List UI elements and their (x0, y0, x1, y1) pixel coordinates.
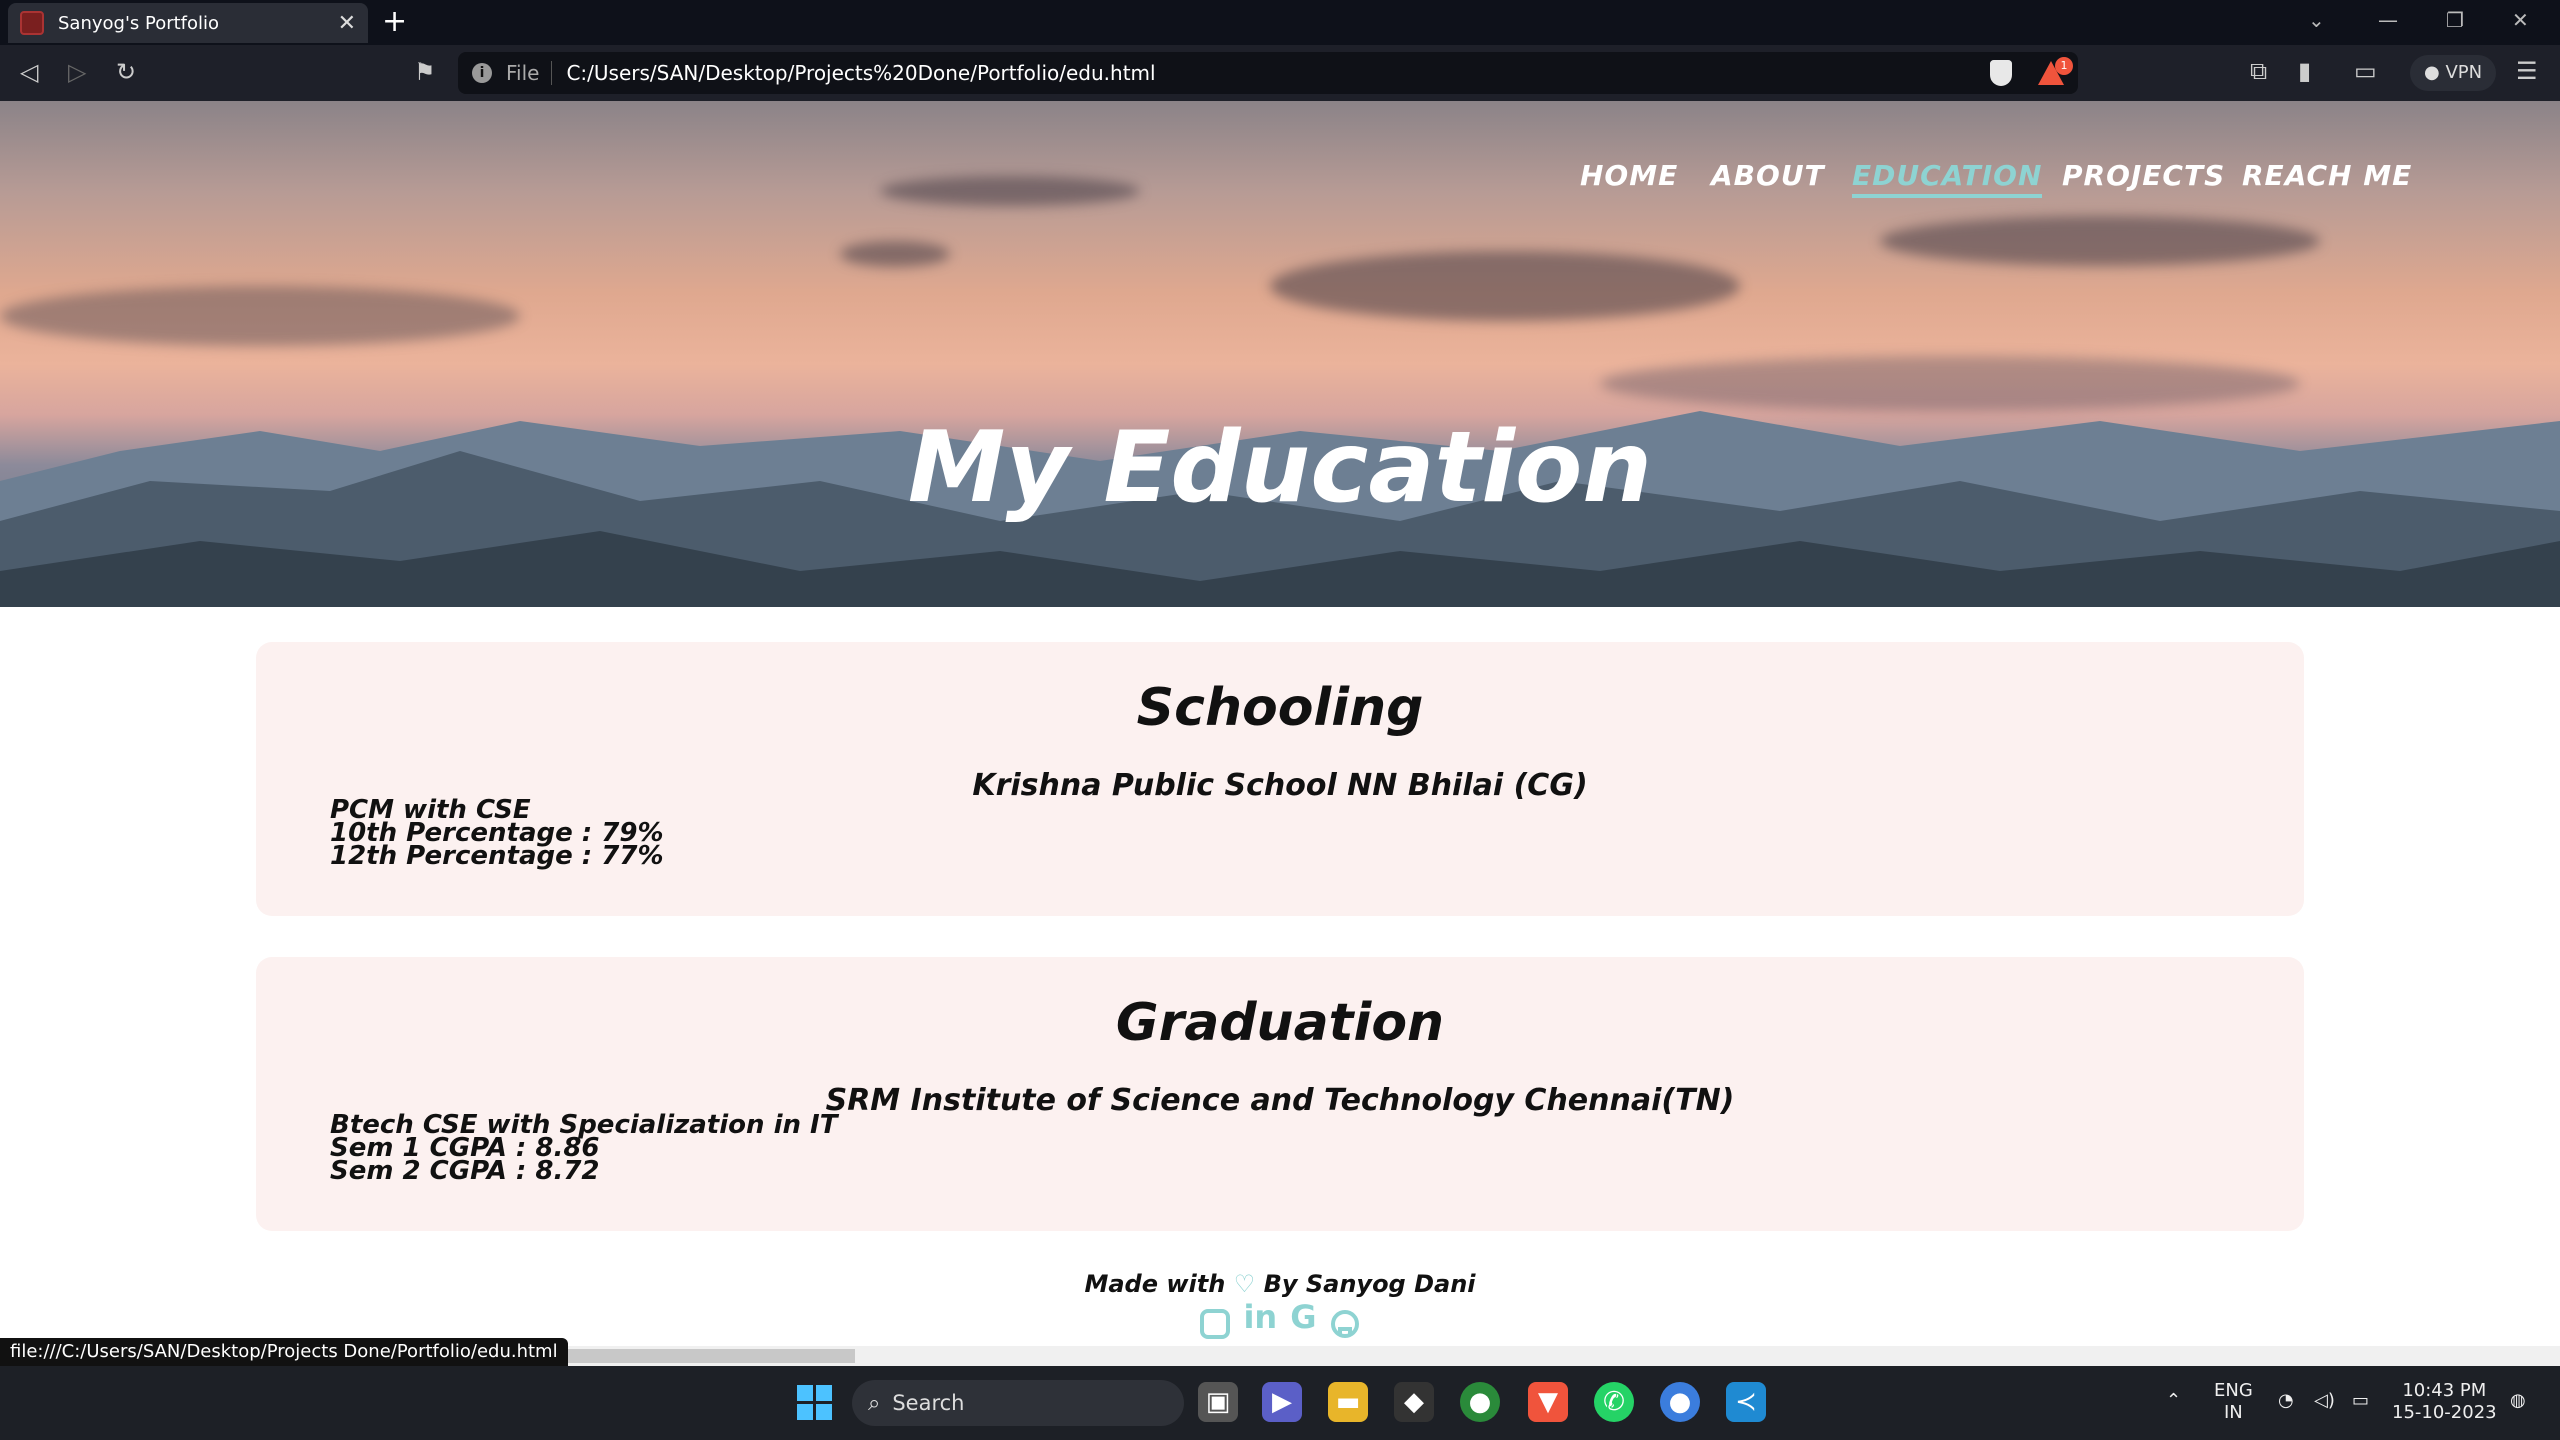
back-icon[interactable]: ◁ (20, 57, 38, 87)
rewards-badge: 1 (2055, 57, 2073, 75)
whatsapp-icon[interactable]: ✆ (1594, 1382, 1634, 1422)
url-text[interactable]: C:/Users/SAN/Desktop/Projects%20Done/Por… (566, 61, 1978, 85)
made-with-text: Made with (1084, 1270, 1226, 1298)
battery-icon[interactable]: ▭ (2352, 1390, 2369, 1412)
site-info-icon[interactable]: i (472, 63, 492, 83)
tab-list-chevron-icon[interactable]: ⌄ (2308, 8, 2325, 32)
brave-rewards-icon[interactable]: 1 (2038, 57, 2073, 85)
detail-line: Sem 2 CGPA : 8.72 (330, 1156, 600, 1186)
sidebar-icon[interactable]: ▮ (2298, 57, 2311, 85)
search-icon: ⌕ (868, 1390, 881, 1416)
teams-icon[interactable]: ▶ (1262, 1382, 1302, 1422)
notification-bell-icon[interactable]: ◍ (2510, 1390, 2526, 1412)
github-icon[interactable] (1330, 1309, 1360, 1339)
search-placeholder: Search (892, 1391, 965, 1415)
card-details: PCM with CSE 10th Percentage : 79% 12th … (330, 797, 664, 871)
address-bar[interactable]: i File C:/Users/SAN/Desktop/Projects%20D… (458, 52, 2078, 94)
new-tab-button[interactable]: + (382, 4, 407, 40)
vpn-label: VPN (2445, 62, 2483, 83)
detail-line: 12th Percentage : 77% (330, 841, 664, 871)
vpn-button[interactable]: ● VPN (2410, 55, 2497, 91)
close-window-icon[interactable]: ✕ (2512, 8, 2529, 32)
nav-reach-me[interactable]: REACH ME (2242, 159, 2412, 192)
social-links: in G (0, 1298, 2560, 1339)
restore-icon[interactable]: ❐ (2446, 8, 2464, 32)
chrome-profile-icon[interactable]: ● (1660, 1382, 1700, 1422)
unity-icon[interactable]: ◆ (1394, 1382, 1434, 1422)
tray-chevron-icon[interactable]: ⌃ (2166, 1390, 2181, 1412)
institution-name: Krishna Public School NN Bhilai (CG) (972, 768, 1588, 803)
browser-toolbar: ◁ ▷ ↻ ⚑ i File C:/Users/SAN/Desktop/Proj… (0, 45, 2560, 101)
brave-icon[interactable]: ▼ (1528, 1382, 1568, 1422)
footer-credit: Made with ♡ By Sanyog Dani (0, 1270, 2560, 1298)
browser-tab[interactable]: Sanyog's Portfolio ✕ (8, 3, 368, 43)
status-url: file:///C:/Users/SAN/Desktop/Projects Do… (0, 1338, 568, 1366)
extensions-icon[interactable]: ⧉ (2250, 57, 2267, 85)
brave-shield-icon[interactable] (1990, 60, 2012, 86)
lang-top: ENG (2214, 1380, 2253, 1401)
bookmark-icon[interactable]: ⚑ (414, 57, 436, 87)
task-view-icon[interactable]: ▣ (1198, 1382, 1238, 1422)
card-details: Btech CSE with Specialization in IT Sem … (330, 1112, 837, 1186)
tab-title: Sanyog's Portfolio (58, 12, 220, 34)
tab-close-icon[interactable]: ✕ (338, 11, 356, 36)
file-explorer-icon[interactable]: ▬ (1328, 1382, 1368, 1422)
clock-time: 10:43 PM (2402, 1380, 2487, 1401)
forward-icon[interactable]: ▷ (68, 57, 86, 87)
instagram-icon[interactable] (1200, 1308, 1231, 1339)
heart-icon: ♡ (1233, 1270, 1256, 1298)
card-heading: Schooling (1136, 678, 1424, 738)
favicon-icon (20, 11, 44, 35)
graduation-card: Graduation SRM Institute of Science and … (256, 957, 2304, 1231)
nav-home[interactable]: HOME (1580, 159, 1678, 192)
start-icon[interactable] (797, 1385, 833, 1421)
reload-icon[interactable]: ↻ (116, 57, 136, 87)
page-title: My Education (907, 411, 1653, 525)
lang-bottom: IN (2224, 1402, 2243, 1423)
windows-taskbar: ⌕ Search ▣ ▶ ▬ ◆ ● ▼ ✆ ● ≺ ⌃ ENG IN ◔ ◁)… (0, 1366, 2560, 1440)
minimize-icon[interactable]: — (2378, 8, 2398, 32)
language-indicator[interactable]: ENG IN (2214, 1380, 2253, 1424)
clock-date: 15-10-2023 (2392, 1402, 2497, 1423)
menu-icon[interactable]: ☰ (2516, 57, 2538, 85)
wifi-icon[interactable]: ◔ (2278, 1390, 2294, 1412)
clock[interactable]: 10:43 PM 15-10-2023 (2392, 1380, 2497, 1424)
linkedin-icon[interactable]: in (1243, 1298, 1277, 1336)
taskbar-search[interactable]: ⌕ Search (852, 1380, 1184, 1426)
wallet-icon[interactable]: ▭ (2354, 57, 2377, 85)
browser-tab-bar: Sanyog's Portfolio ✕ + ⌄ — ❐ ✕ (0, 0, 2560, 45)
author-text: By Sanyog Dani (1263, 1270, 1476, 1298)
volume-icon[interactable]: ◁) (2314, 1390, 2335, 1412)
vscode-icon[interactable]: ≺ (1726, 1382, 1766, 1422)
nav-projects[interactable]: PROJECTS (2062, 159, 2225, 192)
nav-about[interactable]: ABOUT (1711, 159, 1825, 192)
card-heading: Graduation (1115, 993, 1445, 1053)
nav-education[interactable]: EDUCATION (1852, 159, 2043, 198)
url-scheme-label: File (506, 61, 553, 85)
hero-banner: HOME ABOUT EDUCATION PROJECTS REACH ME M… (0, 101, 2560, 607)
schooling-card: Schooling Krishna Public School NN Bhila… (256, 642, 2304, 916)
google-icon[interactable]: G (1290, 1298, 1316, 1336)
chrome-icon[interactable]: ● (1460, 1382, 1500, 1422)
